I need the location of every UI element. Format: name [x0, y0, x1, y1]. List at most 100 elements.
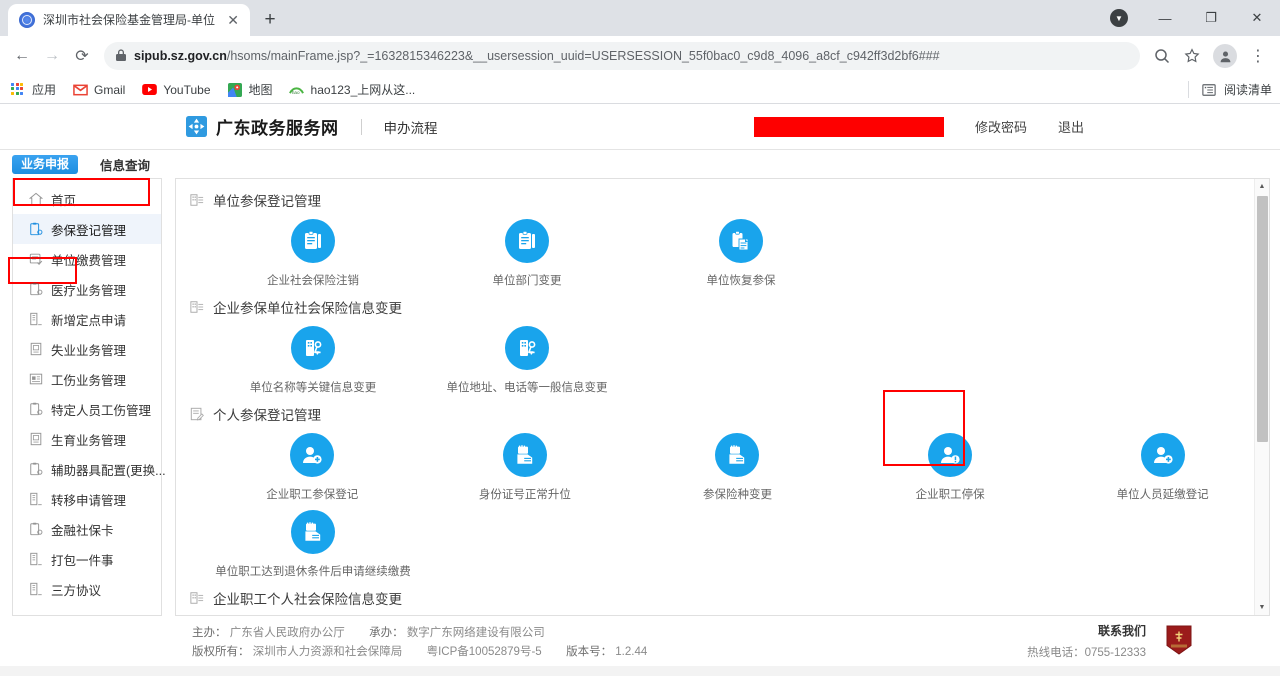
- tile-label: 企业职工停保: [915, 489, 985, 501]
- sidebar-item-danwei-jiaofei[interactable]: 单位缴费管理: [13, 244, 161, 274]
- search-icon[interactable]: [1148, 42, 1176, 70]
- sidebar-item-label: 打包一件事: [51, 553, 114, 568]
- tile-label: 身份证号正常升位: [478, 489, 571, 501]
- bookmark-youtube[interactable]: YouTube: [141, 82, 211, 98]
- tile-row: 企业职工参保登记 身份证号正常升位 参保险种变更 企业职工停保 单位人员延缴登记: [176, 427, 1269, 502]
- sidebar-item-fuzhu-qiju[interactable]: 辅助器具配置(更换...: [13, 454, 166, 484]
- browser-tab[interactable]: 深圳市社会保险基金管理局-单位 ✕: [8, 4, 250, 36]
- forward-icon[interactable]: →: [38, 42, 66, 70]
- group-title-geren-canbao: 个人参保登记管理: [176, 401, 1269, 427]
- gmail-icon: [72, 82, 88, 98]
- apps-grid-icon: [10, 82, 26, 98]
- card-icon: [29, 372, 43, 386]
- close-icon[interactable]: ✕: [224, 11, 242, 29]
- bookmark-apps[interactable]: 应用: [10, 81, 56, 98]
- content-panel: 单位参保登记管理 企业社会保险注销 单位部门变更 单位恢复参保 企业参保单位社会…: [175, 178, 1270, 616]
- building-icon: [29, 552, 43, 566]
- clipboard-gear-icon: [29, 462, 43, 476]
- sidebar-item-jinrong-shebaoka[interactable]: 金融社保卡: [13, 514, 161, 544]
- youtube-icon: [141, 82, 157, 98]
- address-bar-text: sipub.sz.gov.cn/hsoms/mainFrame.jsp?_=16…: [134, 49, 940, 63]
- sidebar-item-dabao-yijianshi[interactable]: 打包一件事: [13, 544, 161, 574]
- tile-danwei-renyuan-yanjiao-dengji[interactable]: 单位人员延缴登记: [1056, 427, 1269, 502]
- bookmark-gmail[interactable]: Gmail: [72, 82, 125, 98]
- contact-us-title[interactable]: 联系我们: [1027, 622, 1146, 639]
- user-minus-icon: [928, 433, 973, 477]
- bookmark-hao123[interactable]: hao hao123_上网从这...: [289, 81, 415, 98]
- sidebar-item-home[interactable]: 首页: [13, 184, 161, 214]
- tile-label: 企业社会保险注销: [267, 275, 359, 287]
- tile-tuixiu-jixu-jiaofei[interactable]: 单位职工达到退休条件后申请继续缴费: [206, 504, 420, 579]
- bookmark-maps[interactable]: 地图: [227, 81, 273, 98]
- tile-qiye-shehui-baoxian-zhuxiao[interactable]: 企业社会保险注销: [206, 213, 420, 288]
- user-plus-icon: [290, 433, 335, 477]
- tile-label: 单位恢复参保: [706, 275, 776, 287]
- bookmark-star-icon[interactable]: [1178, 42, 1206, 70]
- document-icon: [29, 342, 43, 356]
- sidebar-item-label: 转移申请管理: [51, 493, 127, 508]
- tab-information-query[interactable]: 信息查询: [100, 155, 150, 174]
- new-tab-button[interactable]: +: [256, 6, 284, 34]
- bookmarks-bar: 应用 Gmail YouTube 地图 hao hao123_上网从这... 阅…: [0, 76, 1280, 104]
- sidebar-item-sanfang-xieyi[interactable]: 三方协议: [13, 574, 161, 604]
- reload-icon[interactable]: ⟳: [68, 42, 96, 70]
- hand-card-icon: [715, 433, 760, 477]
- tile-row: 企业社会保险注销 单位部门变更 单位恢复参保: [176, 213, 1269, 288]
- sidebar-item-label: 工伤业务管理: [51, 373, 127, 388]
- sidebar-item-label: 辅助器具配置(更换...: [51, 463, 166, 478]
- clipboard-icon: [505, 219, 549, 263]
- sidebar-item-canbao-dengji[interactable]: 参保登记管理: [13, 214, 161, 244]
- browser-menu-icon[interactable]: ⋮: [1244, 42, 1272, 70]
- footer-icp[interactable]: 粤ICP备10052879号-5: [427, 646, 542, 658]
- tile-qiye-zhigong-canbao-dengji[interactable]: 企业职工参保登记: [206, 427, 419, 502]
- sidebar-item-xinzeng-dingdian[interactable]: 新增定点申请: [13, 304, 161, 334]
- building-key-icon: [505, 326, 549, 370]
- redacted-username: [753, 116, 944, 137]
- group-title-qiye-zhigong-geren-biangeng: 企业职工个人社会保险信息变更: [176, 585, 1269, 611]
- scroll-down-icon[interactable]: ▼: [1255, 600, 1269, 615]
- profile-avatar[interactable]: [1213, 44, 1237, 68]
- scrollbar-thumb[interactable]: [1257, 196, 1268, 442]
- sidebar-item-label: 三方协议: [51, 583, 102, 598]
- minimize-button[interactable]: —: [1142, 0, 1188, 36]
- maximize-button[interactable]: ❐: [1188, 0, 1234, 36]
- scroll-up-icon[interactable]: ▲: [1255, 179, 1269, 194]
- sidebar-item-shengyu[interactable]: 生育业务管理: [13, 424, 161, 454]
- tile-label: 单位地址、电话等一般信息变更: [446, 382, 608, 394]
- bookmark-label: Gmail: [94, 82, 126, 97]
- reading-list-button[interactable]: 阅读清单: [1187, 81, 1272, 98]
- footer-contact: 联系我们 热线电话：0755-12333: [1027, 622, 1146, 660]
- address-bar[interactable]: sipub.sz.gov.cn/hsoms/mainFrame.jsp?_=16…: [104, 42, 1140, 70]
- sidebar: 首页 参保登记管理 单位缴费管理 医疗业务管理 新增定点申请 失业业务管理 工伤…: [12, 178, 166, 616]
- tile-danwei-bumen-biangeng[interactable]: 单位部门变更: [420, 213, 634, 288]
- bookmark-label: 地图: [248, 83, 273, 97]
- logout-link[interactable]: 退出: [1058, 117, 1084, 136]
- tile-shenfenzhenghao-shengwei[interactable]: 身份证号正常升位: [419, 427, 632, 502]
- change-password-link[interactable]: 修改密码: [975, 117, 1027, 136]
- sidebar-item-label: 单位缴费管理: [51, 253, 127, 268]
- close-window-button[interactable]: ✕: [1234, 0, 1280, 36]
- url-domain: sipub.sz.gov.cn: [134, 49, 227, 63]
- back-icon[interactable]: ←: [8, 42, 36, 70]
- sidebar-item-label: 生育业务管理: [51, 433, 127, 448]
- sidebar-item-zhuanyi-shenqing[interactable]: 转移申请管理: [13, 484, 161, 514]
- document-edit-icon: [190, 407, 204, 421]
- tile-danwei-mingcheng-biangeng[interactable]: 单位名称等关键信息变更: [206, 320, 420, 395]
- tile-danwei-dizhi-biangeng[interactable]: 单位地址、电话等一般信息变更: [420, 320, 634, 395]
- tile-qiye-zhigong-tingbao[interactable]: 企业职工停保: [844, 427, 1057, 502]
- content-scrollbar[interactable]: ▲ ▼: [1254, 179, 1269, 615]
- tile-danwei-huifu-canbao[interactable]: 单位恢复参保: [634, 213, 848, 288]
- sidebar-item-teding-gongshang[interactable]: 特定人员工伤管理: [13, 394, 161, 424]
- sidebar-item-shiye[interactable]: 失业业务管理: [13, 334, 161, 364]
- tile-label: 单位名称等关键信息变更: [249, 382, 377, 394]
- reading-list-icon: [1201, 82, 1217, 98]
- building-icon: [29, 492, 43, 506]
- tile-canbao-xianzhong-biangeng[interactable]: 参保险种变更: [631, 427, 844, 502]
- footer-host-value: 广东省人民政府办公厅: [229, 627, 345, 639]
- sidebar-item-gongshang[interactable]: 工伤业务管理: [13, 364, 161, 394]
- download-chip-icon[interactable]: ▼: [1110, 9, 1128, 27]
- tab-business-declaration[interactable]: 业务申报: [12, 154, 79, 174]
- sidebar-item-label: 金融社保卡: [51, 523, 114, 538]
- brand-divider: [360, 118, 362, 135]
- sidebar-item-yiliao[interactable]: 医疗业务管理: [13, 274, 161, 304]
